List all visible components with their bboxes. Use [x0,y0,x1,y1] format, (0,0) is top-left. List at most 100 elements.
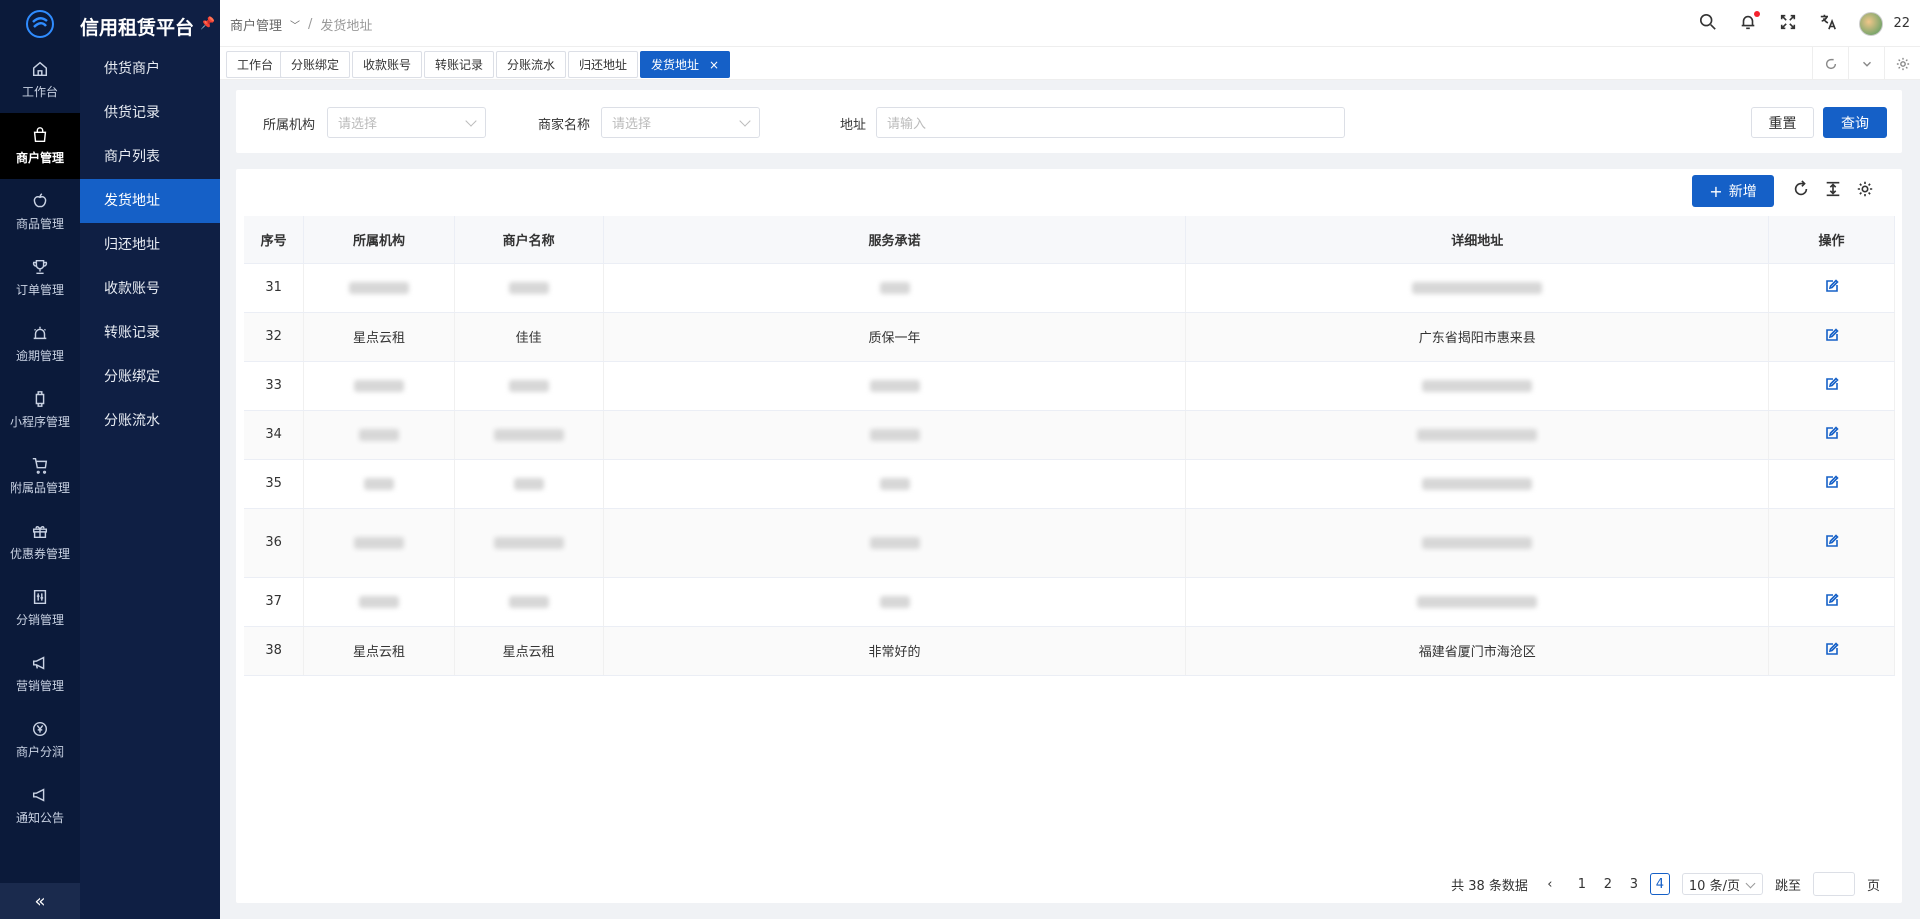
cell-org-redacted [303,508,455,578]
cell-org: 星点云租 [303,312,455,362]
tab-menu-button[interactable] [1848,47,1884,80]
cell-merchant: 佳佳 [454,312,604,362]
data-table: 序号 所属机构 商户名称 服务承诺 详细地址 操作 31 32 星点云租 佳佳 质保一年 广东省揭阳… [244,216,1895,676]
collapse-sidebar-button[interactable]: « [0,883,80,919]
search-icon[interactable] [1699,13,1717,35]
address-placeholder: 请输入 [887,117,927,132]
edit-icon[interactable] [1825,592,1839,607]
tab[interactable]: 收款账号 [352,51,423,78]
cell-merchant: 星点云租 [454,626,604,676]
cell-actions [1768,361,1895,411]
close-icon[interactable]: × [709,58,719,72]
rail-item-label: 商品管理 [15,217,64,231]
merchant-select[interactable]: 请选择 [601,107,760,138]
page-number[interactable]: 3 [1624,873,1644,895]
page-size-select[interactable]: 10 条/页 [1681,873,1763,895]
submenu-item[interactable]: 供货记录 [80,91,220,135]
submenu-item[interactable]: 归还地址 [80,223,220,267]
tab-tools [1812,47,1920,80]
refresh-icon[interactable] [1792,180,1810,202]
edit-icon[interactable] [1825,533,1839,548]
column-header: 详细地址 [1185,216,1770,264]
rail-item-7[interactable]: 优惠券管理 [0,509,80,575]
cell-address: 广东省揭阳市惠来县 [1185,312,1770,362]
rail-item-9[interactable]: 营销管理 [0,641,80,707]
address-label: 地址 [840,118,867,133]
rail-item-label: 附属品管理 [9,481,70,495]
rail-item-10[interactable]: 商户分润 [0,707,80,773]
table-row: 33 [244,361,1895,411]
edit-icon[interactable] [1825,376,1839,391]
breadcrumb: 商户管理 ﹀ / 发货地址 [230,15,372,34]
submenu-item[interactable]: 供货商户 [80,47,220,91]
jump-page-input[interactable] [1812,872,1855,896]
cell-no: 34 [244,410,305,460]
rail-item-8[interactable]: 分销管理 [0,575,80,641]
rail-item-5[interactable]: 小程序管理 [0,377,80,443]
pin-icon[interactable]: 📌 [200,16,215,30]
merchant-placeholder: 请选择 [612,117,652,132]
refresh-tab-button[interactable] [1812,47,1848,80]
breadcrumb-parent[interactable]: 商户管理 [230,15,282,34]
tab[interactable]: 发货地址 × [640,51,731,78]
tab[interactable]: 转账记录 [424,51,495,78]
submenu-item[interactable]: 分账流水 [80,399,220,443]
gear-icon[interactable] [1856,180,1874,202]
rail-item-label: 分销管理 [15,613,64,627]
double-chevron-left-icon: « [34,890,46,912]
cell-merchant-redacted [454,263,604,313]
rail-item-label: 订单管理 [15,283,64,297]
rail-item-4[interactable]: 逾期管理 [0,311,80,377]
translate-icon[interactable] [1819,13,1837,35]
tab[interactable]: 归还地址 [568,51,639,78]
cell-address-redacted [1185,361,1770,411]
submenu-item[interactable]: 分账绑定 [80,355,220,399]
shop-icon [33,127,47,143]
submenu-item[interactable]: 转账记录 [80,311,220,355]
fullscreen-icon[interactable] [1779,13,1797,35]
edit-icon[interactable] [1825,641,1839,656]
cell-promise-redacted [603,263,1187,313]
edit-icon[interactable] [1825,327,1839,342]
cart-icon [32,457,48,474]
table-row: 34 [244,410,1895,460]
top-header: 商户管理 ﹀ / 发货地址 22 [220,0,1920,47]
submenu-item[interactable]: 收款账号 [80,267,220,311]
jump-label: 跳至 [1774,878,1801,894]
user-name[interactable]: 22 [1893,16,1910,31]
app-logo [0,0,80,47]
rail-item-label: 营销管理 [15,679,64,693]
page-number[interactable]: 4 [1649,873,1670,895]
rail-item-2[interactable]: 商品管理 [0,179,80,245]
column-height-icon[interactable] [1824,180,1842,202]
rail-item-3[interactable]: 订单管理 [0,245,80,311]
org-select[interactable]: 请选择 [327,107,486,138]
cell-actions [1768,410,1895,460]
cell-merchant-redacted [454,410,604,460]
cell-org-redacted [303,577,455,627]
submenu-item[interactable]: 商户列表 [80,135,220,179]
search-button[interactable]: 查询 [1823,107,1887,138]
rail-item-1[interactable]: 商户管理 [0,113,80,179]
rail-item-11[interactable]: 通知公告 [0,773,80,839]
avatar[interactable] [1859,11,1884,36]
edit-icon[interactable] [1825,278,1839,293]
page-number[interactable]: 1 [1572,873,1592,895]
rail-item-0[interactable]: 工作台 [0,47,80,113]
tab[interactable]: 分账绑定 [280,51,351,78]
table-row: 37 [244,577,1895,627]
rail-item-6[interactable]: 附属品管理 [0,443,80,509]
page-number[interactable]: 2 [1598,873,1618,895]
prev-page-button[interactable]: ‹ [1540,873,1560,895]
reset-button[interactable]: 重置 [1751,107,1814,138]
settings-button[interactable] [1884,47,1920,80]
add-button[interactable]: + 新增 [1692,175,1774,207]
address-input[interactable]: 请输入 [876,107,1345,138]
edit-icon[interactable] [1825,474,1839,489]
notification-button[interactable] [1739,10,1761,35]
siren-icon [33,326,47,340]
tab[interactable]: 工作台 [226,51,285,78]
submenu-item[interactable]: 发货地址 [80,179,220,223]
edit-icon[interactable] [1825,425,1839,440]
tab[interactable]: 分账流水 [496,51,567,78]
